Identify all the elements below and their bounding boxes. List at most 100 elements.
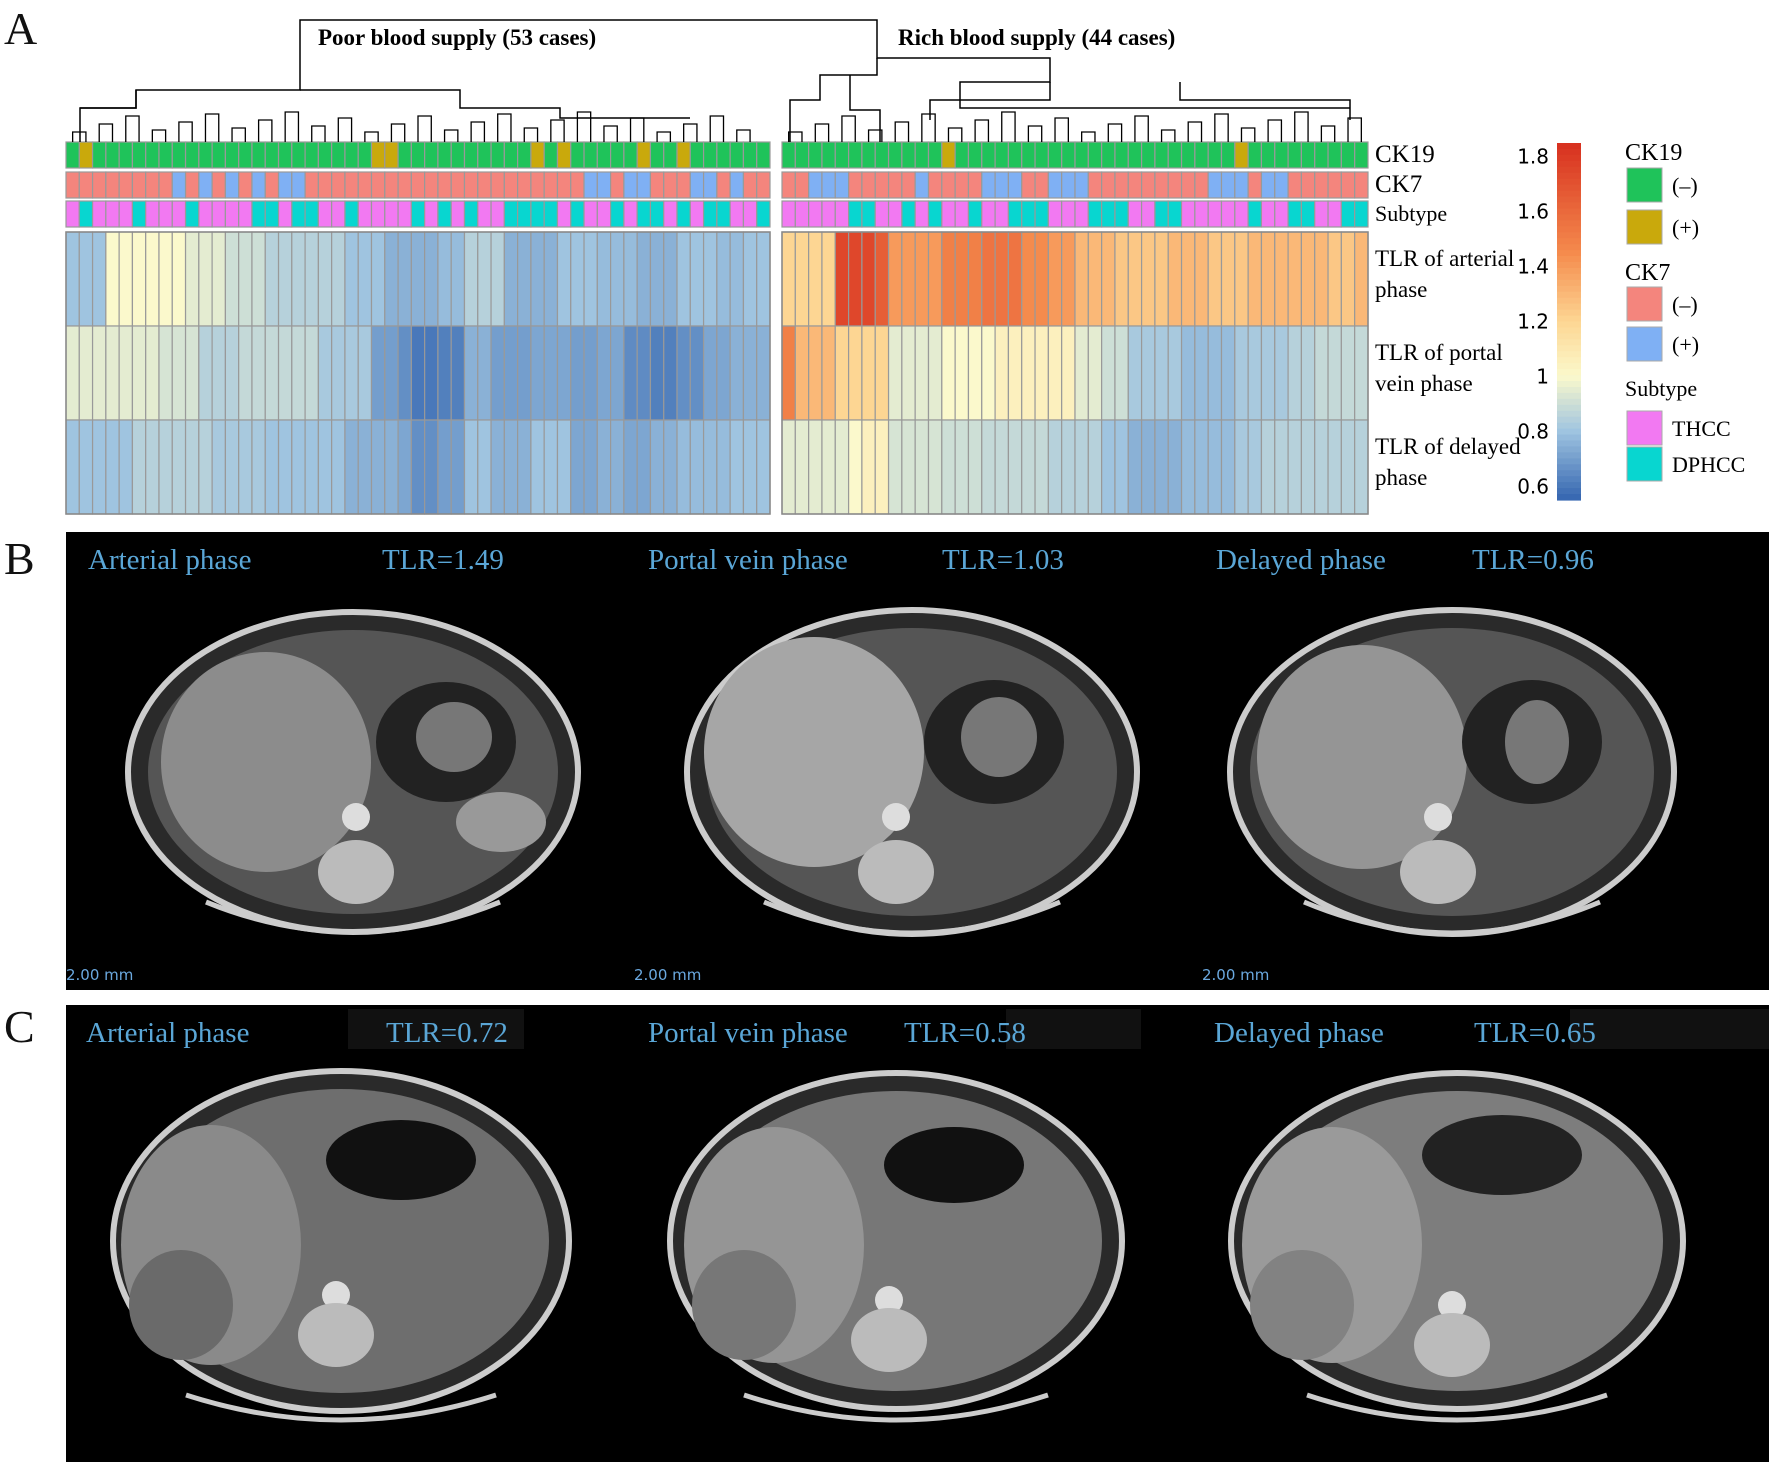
- colorbar-segment: [1557, 220, 1581, 227]
- annotation-cell: [1194, 171, 1209, 199]
- annotation-cell: [1167, 141, 1183, 169]
- heatmap-cell: [1034, 419, 1049, 515]
- annotation-cell: [756, 200, 771, 228]
- heatmap-cell: [543, 419, 559, 515]
- annotation-cell: [834, 200, 850, 228]
- colorbar-segment: [1557, 345, 1581, 352]
- heatmap-cell: [861, 419, 876, 515]
- heatmap-cell: [1180, 231, 1196, 327]
- ct-scan-arterial: Arterial phase TLR=1.49 2.00 mm: [66, 532, 634, 990]
- annotation-cell: [1220, 141, 1236, 169]
- heatmap-cell: [716, 419, 731, 515]
- heatmap-cell: [821, 419, 836, 515]
- heatmap-cell: [914, 419, 930, 515]
- dendrogram-branch: [656, 131, 672, 142]
- heatmap-cell: [490, 325, 505, 421]
- dendrogram-branch: [1320, 125, 1336, 142]
- heatmap-cell: [1287, 325, 1303, 421]
- dendrogram-branch: [1134, 115, 1149, 142]
- annotation-cell: [847, 141, 863, 169]
- annotation-cell: [1207, 141, 1223, 169]
- heatmap-cell: [861, 325, 876, 421]
- colorbar-segment: [1557, 267, 1581, 275]
- annotation-cell: [1074, 200, 1089, 228]
- annotation-cell: [131, 200, 147, 228]
- annotation-cell: [1300, 141, 1316, 169]
- annotation-cell: [1101, 171, 1116, 199]
- annotation-cell: [331, 141, 346, 169]
- heatmap-cell: [1007, 419, 1023, 515]
- heatmap-cell: [503, 325, 519, 421]
- heatmap-cell: [65, 419, 80, 515]
- heatmap-cell: [397, 419, 412, 515]
- annotation-cell: [689, 141, 705, 169]
- annotation-cell: [1034, 171, 1049, 199]
- heatmap-cell: [158, 325, 173, 421]
- heatmap-cell: [503, 231, 519, 327]
- scale-label: 2.00 mm: [1202, 966, 1270, 984]
- heatmap-cell: [1234, 231, 1249, 327]
- colorbar-segment: [1557, 172, 1581, 180]
- annotation-cell: [530, 171, 545, 199]
- heatmap-cell: [184, 419, 200, 515]
- annotation-cell: [649, 171, 665, 199]
- colorbar-tick-label: 0.6: [1517, 474, 1549, 498]
- annotation-cell: [967, 171, 983, 199]
- annotation-cell: [941, 141, 956, 169]
- colorbar-segment: [1557, 238, 1581, 245]
- heatmap-cell: [1180, 419, 1196, 515]
- colorbar-segment: [1557, 160, 1581, 168]
- heatmap-cell: [251, 325, 266, 421]
- heatmap-cell: [1327, 325, 1342, 421]
- heatmap-cell: [211, 231, 226, 327]
- annotation-cell: [1327, 171, 1342, 199]
- heatmap-cell: [277, 419, 293, 515]
- annotation-cell: [1007, 200, 1023, 228]
- colorbar-segment: [1557, 428, 1581, 436]
- annotation-cell: [145, 141, 160, 169]
- colorbar-tick-label: 1.4: [1517, 255, 1549, 279]
- heatmap-cell: [556, 231, 572, 327]
- heatmap-cell: [967, 419, 983, 515]
- annotation-cell: [118, 141, 134, 169]
- heatmap-cell: [1260, 231, 1276, 327]
- heatmap-cell: [596, 231, 612, 327]
- panel-c-letter: C: [4, 1001, 35, 1052]
- heatmap-cell: [716, 325, 731, 421]
- annotation-cell: [317, 200, 333, 228]
- annotation-cell: [742, 171, 758, 199]
- heatmap-cell: [1007, 231, 1023, 327]
- annotation-cell: [729, 200, 745, 228]
- heatmap-cell: [756, 231, 771, 327]
- annotation-cell: [463, 141, 479, 169]
- legend-label: (–): [1672, 173, 1698, 198]
- dendrogram-branch: [709, 115, 725, 142]
- heatmap-cell: [663, 231, 678, 327]
- annotation-cell: [145, 171, 160, 199]
- heatmap-cell: [716, 231, 731, 327]
- heatmap-cell: [1340, 231, 1356, 327]
- annotation-cell: [1354, 171, 1369, 199]
- annotation-cell: [211, 141, 226, 169]
- heatmap-cell: [1114, 231, 1129, 327]
- annotation-cell: [437, 141, 452, 169]
- annotation-cell: [158, 171, 173, 199]
- heatmap-cell: [1220, 419, 1236, 515]
- annotation-cell: [317, 141, 333, 169]
- heatmap-cell: [901, 231, 916, 327]
- heatmap-cell: [663, 419, 678, 515]
- heatmap-cell: [158, 419, 173, 515]
- heatmap-cell: [543, 325, 559, 421]
- colorbar-segment: [1557, 375, 1581, 382]
- dendrogram-branch: [470, 121, 486, 142]
- dendrogram-branch: [841, 115, 856, 142]
- colorbar-segment: [1557, 416, 1581, 424]
- heatmap-cell: [1061, 325, 1076, 421]
- ct-panel-b: Arterial phase TLR=1.49 2.00 mm Portal v…: [66, 532, 1769, 990]
- heatmap-cell: [649, 231, 665, 327]
- annotation-cell: [729, 171, 745, 199]
- heatmap-cell: [277, 231, 293, 327]
- heatmap-cell: [794, 419, 810, 515]
- colorbar-segment: [1557, 422, 1581, 430]
- annotation-cell: [65, 141, 80, 169]
